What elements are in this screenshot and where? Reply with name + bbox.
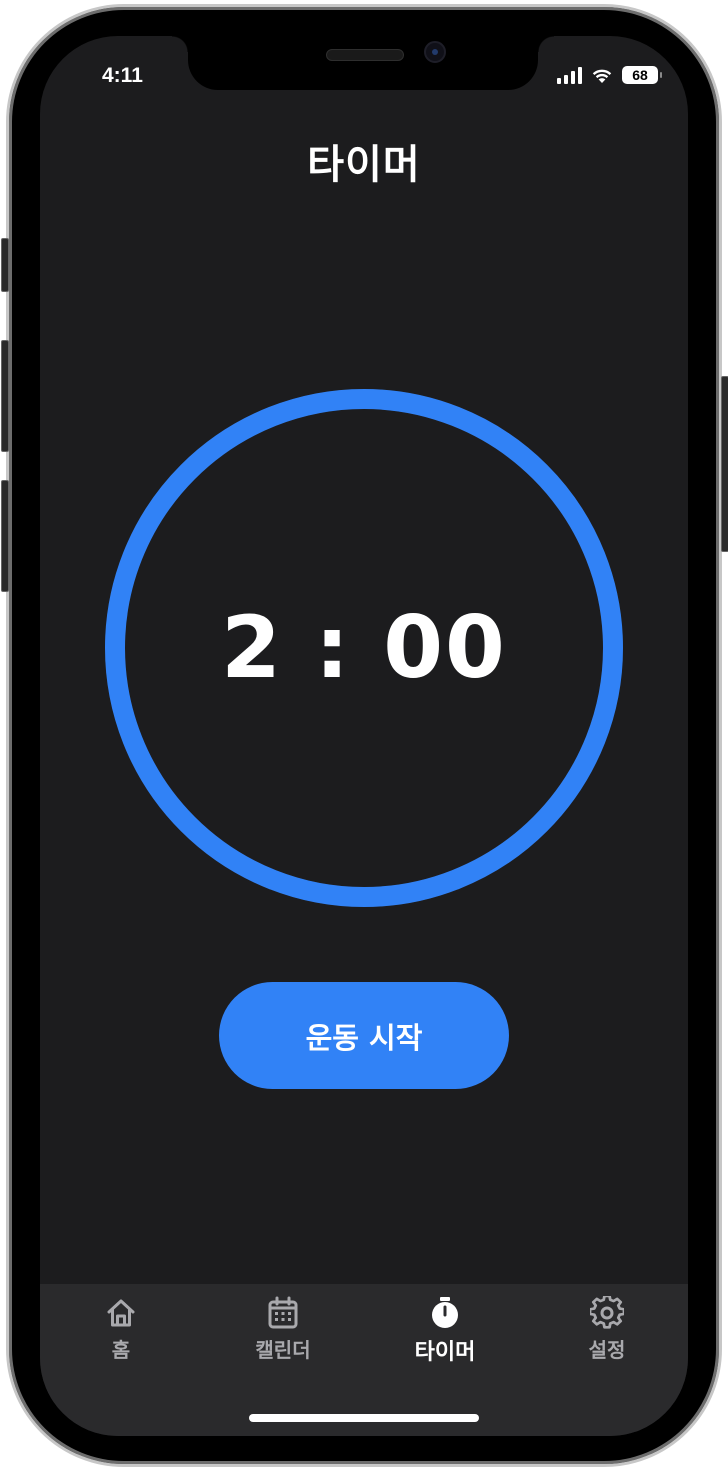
power-button [721,376,728,552]
silent-switch [1,238,9,292]
front-camera [424,41,446,63]
gear-icon [590,1296,624,1329]
tab-home[interactable]: 홈 [61,1296,181,1376]
tab-calendar-label: 캘린더 [255,1338,311,1362]
timer-display: 2 : 00 [221,598,507,698]
status-icons: 68 [557,66,662,84]
home-indicator[interactable] [249,1414,479,1422]
stopwatch-icon [432,1297,458,1328]
tab-timer-label: 타이머 [414,1340,476,1365]
start-workout-button[interactable]: 운동 시작 [219,982,509,1089]
cellular-signal-icon [557,66,582,84]
tab-timer[interactable]: 타이머 [385,1296,505,1376]
notch [172,36,554,90]
calendar-icon [268,1296,298,1329]
battery-icon: 68 [622,66,662,84]
wifi-icon [592,69,612,83]
tab-home-label: 홈 [111,1338,131,1362]
tab-settings[interactable]: 설정 [547,1296,667,1376]
tab-calendar[interactable]: 캘린더 [223,1296,343,1376]
status-time: 4:11 [102,64,143,87]
volume-down-button [1,480,9,592]
screen: 4:11 68 타이머 2 : 00 운동 시작 홈 캘린더 타이머 설정 [40,36,688,1436]
home-icon [107,1299,135,1327]
volume-up-button [1,340,9,452]
earpiece-speaker [326,49,404,61]
tab-settings-label: 설정 [588,1338,626,1362]
page-title: 타이머 [307,142,421,188]
